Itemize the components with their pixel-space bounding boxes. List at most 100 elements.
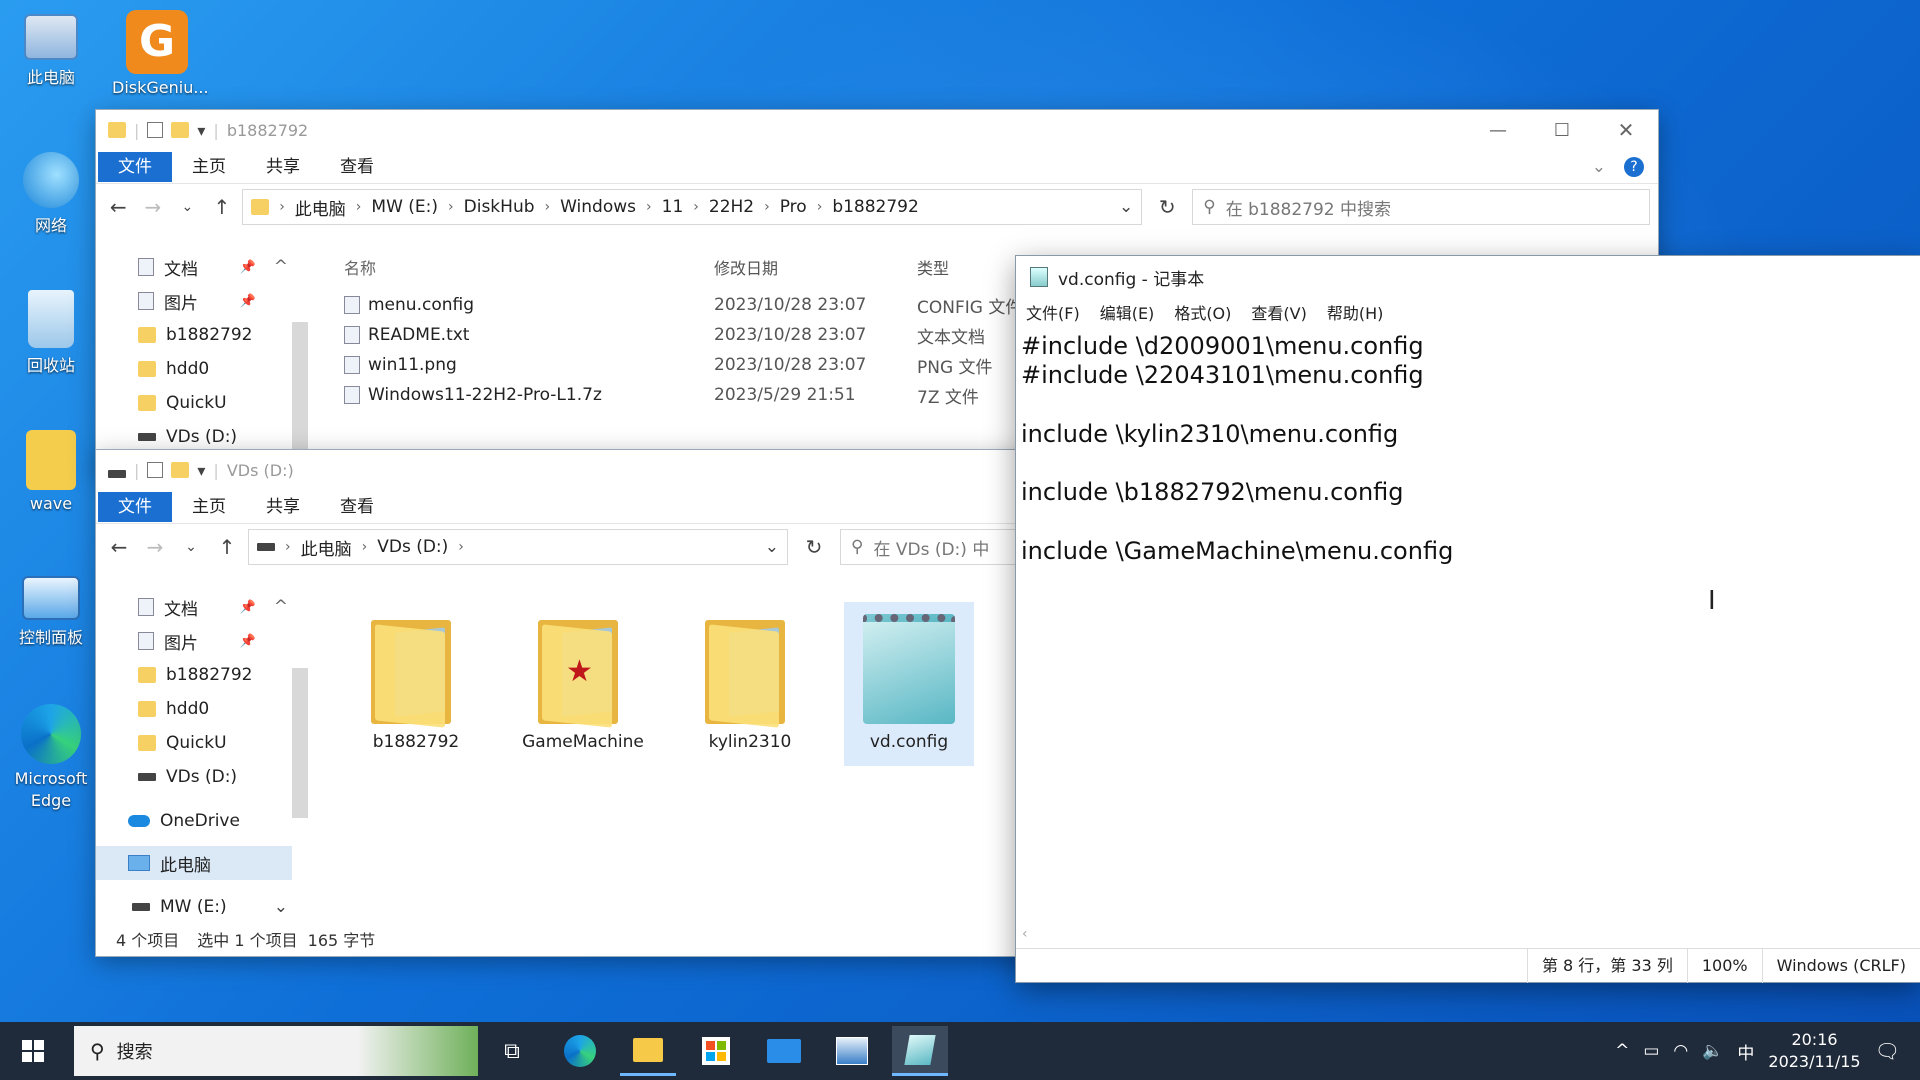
sidebar-item-hdd0[interactable]: hdd0 bbox=[96, 692, 296, 726]
notification-icon[interactable]: 🗨 bbox=[1875, 1039, 1900, 1063]
sidebar-item-hdd0[interactable]: hdd0 bbox=[96, 352, 296, 386]
clock[interactable]: 20:16 2023/11/15 bbox=[1768, 1029, 1860, 1073]
wifi-icon[interactable]: ◠ bbox=[1673, 1041, 1688, 1061]
file-row[interactable]: win11.png 2023/10/28 23:07 PNG 文件 bbox=[344, 350, 1022, 380]
maximize-button[interactable]: ☐ bbox=[1530, 120, 1594, 141]
help-icon[interactable]: ? bbox=[1624, 156, 1644, 177]
search-input[interactable]: ⚲ 在 VDs (D:) 中 bbox=[840, 529, 1040, 565]
sidebar-item-documents[interactable]: 文档 📌 ^ bbox=[96, 250, 296, 284]
tab-view[interactable]: 查看 bbox=[320, 152, 394, 182]
breadcrumb[interactable]: › 此电脑 › MW (E:) › DiskHub › Windows › 11 › 22… bbox=[242, 189, 1143, 225]
sidebar-item-onedrive[interactable]: OneDrive bbox=[96, 804, 296, 838]
expand-ribbon-icon[interactable]: ⌄ bbox=[1592, 157, 1606, 177]
taskbar-store[interactable] bbox=[688, 1026, 744, 1076]
battery-icon[interactable]: ▭ bbox=[1643, 1041, 1659, 1061]
file-row[interactable]: menu.config 2023/10/28 23:07 CONFIG 文件 bbox=[344, 290, 1022, 320]
horizontal-scroll-left-icon[interactable]: ‹ bbox=[1022, 926, 1028, 942]
text-editor[interactable]: #include \d2009001\menu.config #include \… bbox=[1016, 326, 1920, 572]
taskbar-edge[interactable] bbox=[552, 1026, 608, 1076]
menu-edit[interactable]: 编辑(E) bbox=[1090, 300, 1165, 324]
properties-icon[interactable] bbox=[147, 462, 164, 478]
taskbar-notepad[interactable] bbox=[892, 1026, 948, 1076]
volume-icon[interactable]: 🔈 bbox=[1702, 1041, 1723, 1061]
folder-item-gamemachine[interactable]: ★ GameMachine bbox=[518, 614, 648, 752]
tab-file[interactable]: 文件 bbox=[98, 151, 172, 182]
nav-scrollbar[interactable] bbox=[292, 668, 308, 818]
menu-format[interactable]: 格式(O) bbox=[1164, 300, 1241, 324]
sidebar-item-mw[interactable]: MW (E:) ⌄ bbox=[96, 890, 296, 924]
column-date[interactable]: 修改日期 bbox=[714, 255, 917, 279]
chevron-down-icon[interactable]: ▾ bbox=[197, 461, 205, 480]
tab-home[interactable]: 主页 bbox=[172, 152, 246, 182]
close-button[interactable]: ✕ bbox=[1594, 118, 1658, 142]
taskbar-file-explorer[interactable] bbox=[620, 1026, 676, 1076]
forward-icon[interactable]: → bbox=[140, 535, 170, 559]
recent-icon[interactable]: ⌄ bbox=[173, 199, 202, 215]
back-icon[interactable]: ← bbox=[104, 535, 134, 559]
new-folder-icon[interactable] bbox=[171, 122, 190, 138]
crumb[interactable]: 11 bbox=[662, 197, 684, 217]
folder-item-kylin2310[interactable]: kylin2310 bbox=[685, 614, 815, 752]
column-name[interactable]: 名称 bbox=[344, 255, 714, 279]
file-row[interactable]: README.txt 2023/10/28 23:07 文本文档 bbox=[344, 320, 1022, 350]
folder-item-b1882792[interactable]: b1882792 bbox=[351, 614, 481, 752]
desktop-icon-diskgenius[interactable]: G DiskGeniu... bbox=[112, 10, 209, 97]
crumb[interactable]: 22H2 bbox=[709, 197, 754, 217]
desktop-icon-control-panel[interactable]: 控制面板 bbox=[6, 576, 96, 648]
crumb[interactable]: MW (E:) bbox=[371, 197, 438, 217]
search-input[interactable]: ⚲ 在 b1882792 中搜索 bbox=[1192, 189, 1651, 225]
crumb[interactable]: 此电脑 bbox=[301, 535, 352, 560]
sidebar-item-pictures[interactable]: 图片 📌 bbox=[96, 284, 296, 318]
chevron-down-icon[interactable]: ⌄ bbox=[274, 897, 288, 917]
up-icon[interactable]: ↑ bbox=[212, 535, 242, 559]
start-button[interactable] bbox=[6, 1026, 60, 1076]
nav-scrollbar[interactable] bbox=[292, 322, 308, 470]
show-hidden-icons-icon[interactable]: ^ bbox=[1615, 1041, 1629, 1061]
sidebar-item-quicku[interactable]: QuickU bbox=[96, 386, 296, 420]
desktop-icon-network[interactable]: 网络 bbox=[6, 152, 96, 236]
sidebar-item-vds[interactable]: VDs (D:) bbox=[96, 420, 296, 454]
tab-home[interactable]: 主页 bbox=[172, 492, 246, 522]
collapse-icon[interactable]: ^ bbox=[274, 597, 288, 617]
sidebar-item-b1882792[interactable]: b1882792 bbox=[96, 318, 296, 352]
back-icon[interactable]: ← bbox=[104, 195, 133, 219]
desktop-icon-this-pc[interactable]: 此电脑 bbox=[6, 14, 96, 88]
chevron-down-icon[interactable]: ▾ bbox=[197, 121, 205, 140]
menu-help[interactable]: 帮助(H) bbox=[1317, 300, 1394, 324]
crumb[interactable]: 此电脑 bbox=[295, 195, 346, 220]
sidebar-item-b1882792[interactable]: b1882792 bbox=[96, 658, 296, 692]
sidebar-item-vds[interactable]: VDs (D:) bbox=[96, 760, 296, 794]
sidebar-item-this-pc[interactable]: 此电脑 bbox=[96, 846, 292, 880]
forward-icon[interactable]: → bbox=[139, 195, 168, 219]
crumb[interactable]: Windows bbox=[560, 197, 636, 217]
tab-file[interactable]: 文件 bbox=[98, 491, 172, 522]
task-view-button[interactable]: ⧉ bbox=[484, 1026, 540, 1076]
desktop-icon-wave[interactable]: wave bbox=[6, 430, 96, 513]
sidebar-item-documents[interactable]: 文档 📌 ^ bbox=[96, 590, 296, 624]
search-box[interactable]: ⚲ 搜索 bbox=[74, 1026, 478, 1076]
sidebar-item-quicku[interactable]: QuickU bbox=[96, 726, 296, 760]
refresh-icon[interactable]: ↻ bbox=[1148, 195, 1186, 219]
taskbar-mail[interactable] bbox=[756, 1026, 812, 1076]
breadcrumb[interactable]: › 此电脑 › VDs (D:) › ⌄ bbox=[248, 529, 788, 565]
collapse-icon[interactable]: ^ bbox=[274, 257, 288, 277]
minimize-button[interactable]: — bbox=[1466, 120, 1530, 141]
crumb[interactable]: Pro bbox=[780, 197, 807, 217]
desktop-icon-edge[interactable]: Microsoft Edge bbox=[6, 704, 96, 812]
new-folder-icon[interactable] bbox=[171, 462, 190, 478]
menu-view[interactable]: 查看(V) bbox=[1241, 300, 1316, 324]
chevron-down-icon[interactable]: ⌄ bbox=[1119, 197, 1133, 217]
tab-view[interactable]: 查看 bbox=[320, 492, 394, 522]
crumb[interactable]: VDs (D:) bbox=[377, 537, 448, 557]
chevron-down-icon[interactable]: ⌄ bbox=[765, 537, 779, 557]
crumb[interactable]: DiskHub bbox=[464, 197, 535, 217]
ime-indicator[interactable]: 中 bbox=[1737, 1039, 1754, 1064]
file-row[interactable]: Windows11-22H2-Pro-L1.7z 2023/5/29 21:51 7… bbox=[344, 380, 1022, 410]
taskbar-network-app[interactable] bbox=[824, 1026, 880, 1076]
tab-share[interactable]: 共享 bbox=[246, 152, 320, 182]
recent-icon[interactable]: ⌄ bbox=[176, 539, 206, 555]
column-type[interactable]: 类型 bbox=[917, 255, 949, 279]
menu-file[interactable]: 文件(F) bbox=[1016, 300, 1090, 324]
crumb[interactable]: b1882792 bbox=[832, 197, 919, 217]
properties-icon[interactable] bbox=[147, 122, 164, 138]
